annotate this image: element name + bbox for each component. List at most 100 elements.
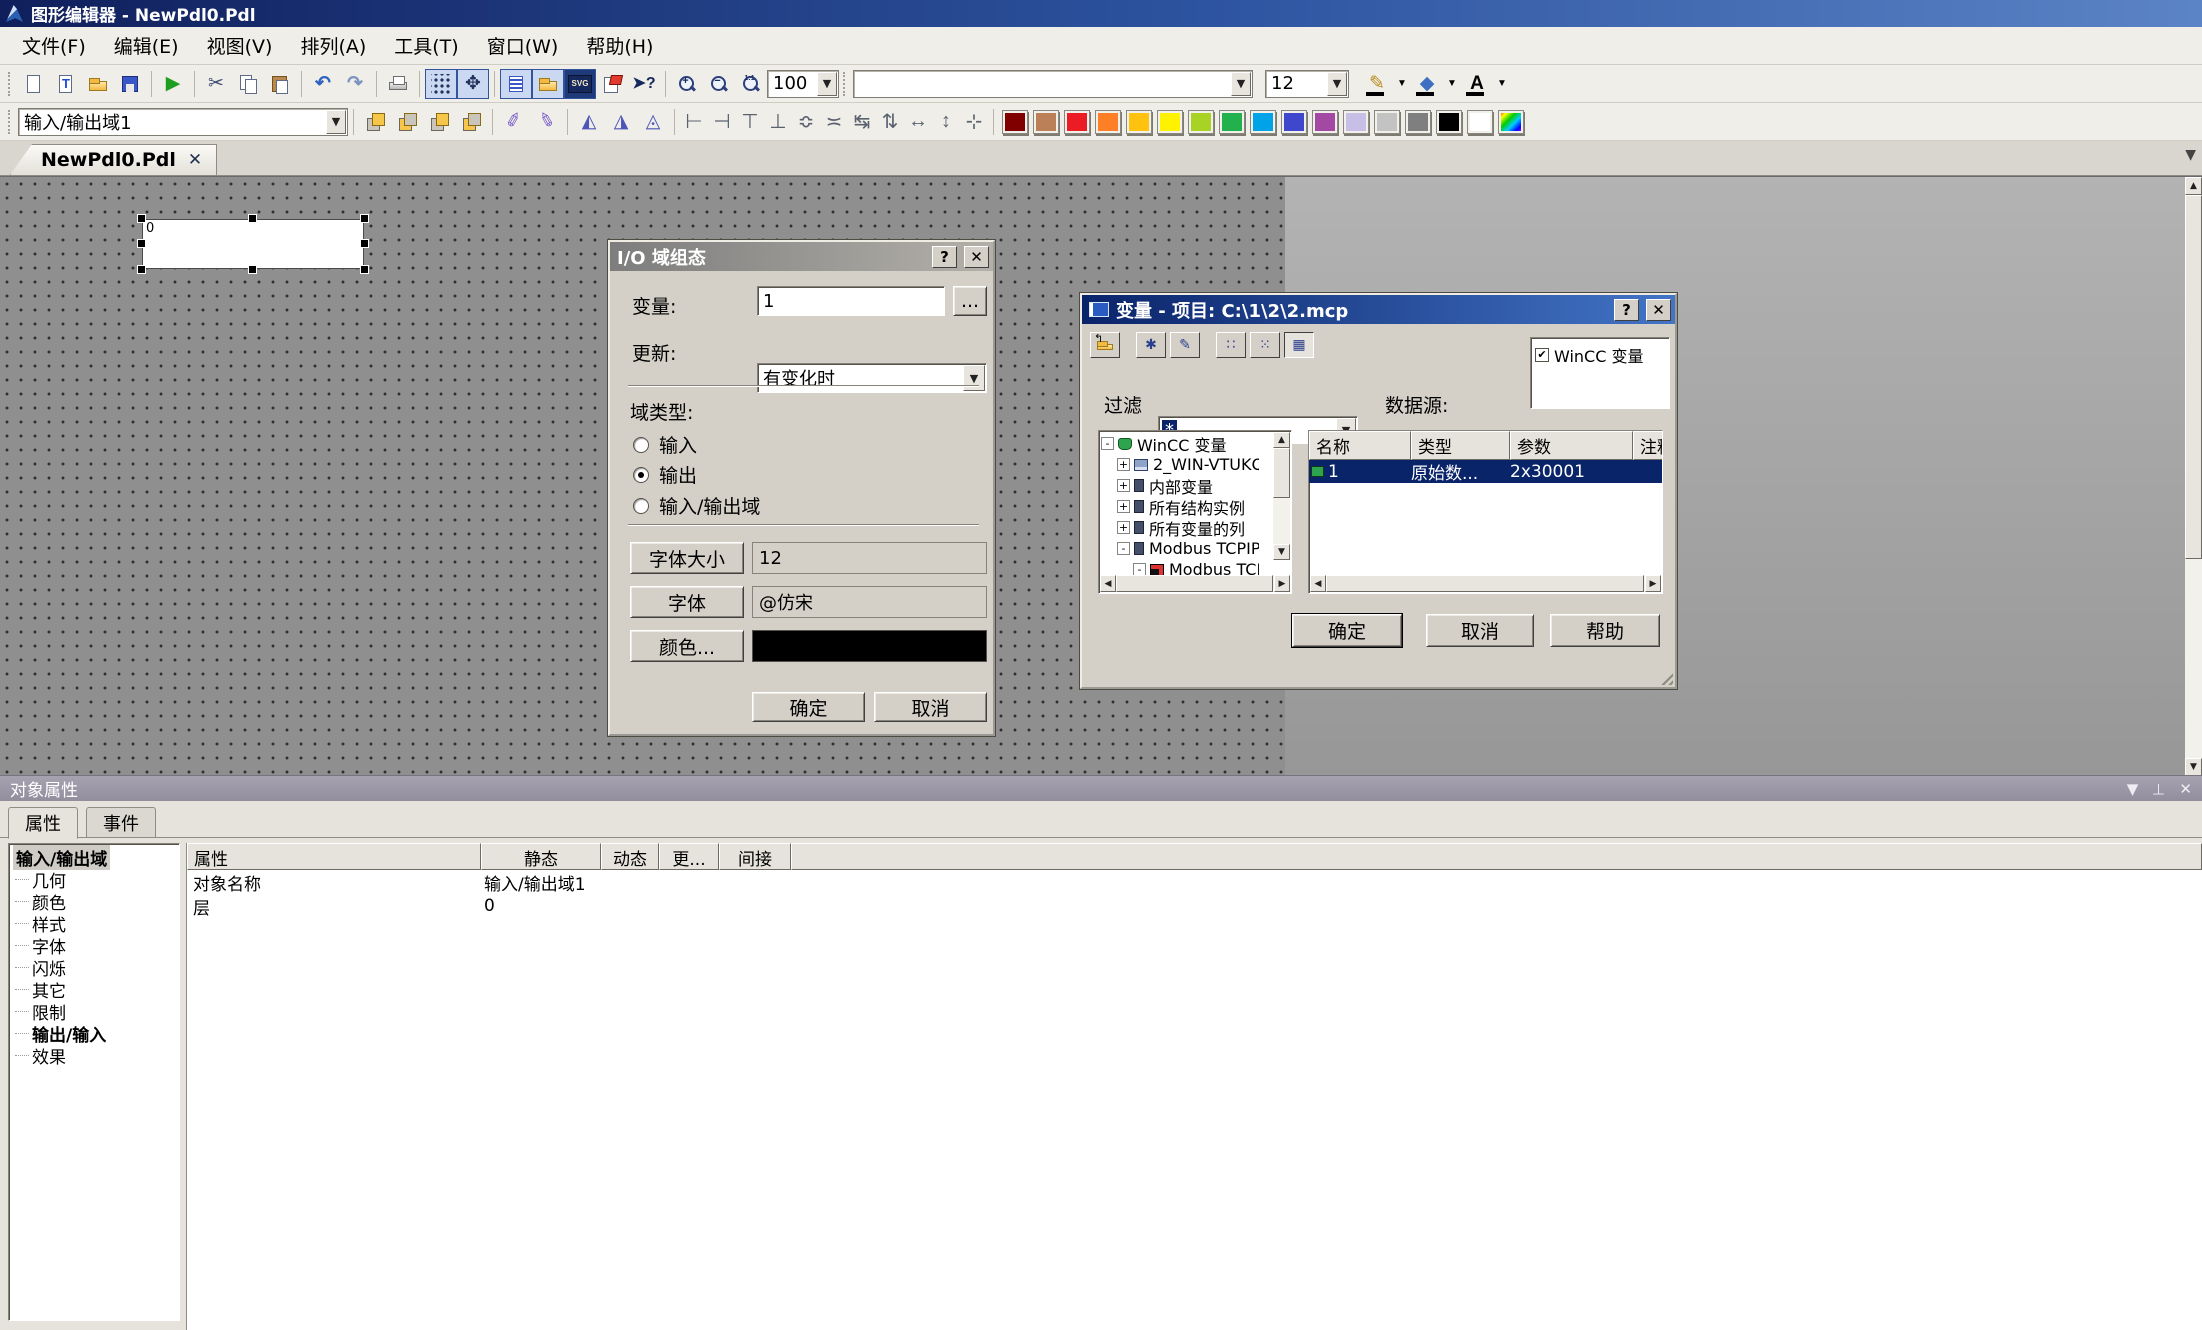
color-swatch[interactable] bbox=[1374, 110, 1400, 134]
dialog-titlebar[interactable]: 变量 - 项目: C:\1\2\2.mcp ? ✕ bbox=[1082, 295, 1675, 324]
ok-button[interactable]: 确定 bbox=[1292, 614, 1402, 647]
collapse-icon[interactable]: - bbox=[1101, 437, 1114, 450]
selected-object-combo[interactable]: 输入/输出域1 ▼ bbox=[18, 108, 348, 136]
new-tag-button[interactable]: ✱ bbox=[1136, 332, 1166, 358]
property-category[interactable]: 其它 bbox=[9, 978, 179, 1000]
close-button[interactable]: ✕ bbox=[964, 246, 989, 268]
color-swatch[interactable] bbox=[1126, 110, 1152, 134]
column-header[interactable]: 参数 bbox=[1510, 431, 1633, 460]
color-swatch[interactable] bbox=[1250, 110, 1276, 134]
expand-icon[interactable]: + bbox=[1117, 458, 1130, 471]
color-swatch[interactable] bbox=[1095, 110, 1121, 134]
scroll-left-icon[interactable]: ◀ bbox=[1100, 575, 1116, 592]
font-name-combo[interactable]: ▼ bbox=[853, 70, 1253, 98]
scrollbar-thumb[interactable] bbox=[2185, 195, 2202, 559]
new-template-button[interactable] bbox=[50, 69, 82, 99]
color-button[interactable]: 颜色... bbox=[630, 630, 744, 662]
property-category[interactable]: 几何 bbox=[9, 868, 179, 890]
column-header[interactable]: 动态 bbox=[601, 843, 659, 870]
context-help-button[interactable]: ➤? bbox=[628, 69, 660, 99]
copy-button[interactable] bbox=[232, 69, 264, 99]
color-swatch[interactable] bbox=[1219, 110, 1245, 134]
space-vertical-button[interactable]: ⇅ bbox=[876, 107, 904, 137]
toolbar-grip[interactable] bbox=[8, 110, 14, 134]
column-header[interactable]: 更... bbox=[659, 843, 719, 870]
dialog-titlebar[interactable]: I/O 域组态 ? ✕ bbox=[610, 242, 993, 271]
scroll-right-icon[interactable]: ▶ bbox=[1645, 575, 1661, 592]
redo-button[interactable]: ↷ bbox=[339, 69, 371, 99]
same-height-button[interactable]: ↕ bbox=[932, 107, 960, 137]
details-view-button[interactable]: ▦ bbox=[1284, 332, 1314, 358]
send-to-back-button[interactable] bbox=[391, 107, 423, 137]
edit-tag-button[interactable]: ✎ bbox=[1170, 332, 1200, 358]
tree-item[interactable]: +所有结构实例 bbox=[1101, 496, 1259, 517]
zoom-level-combo[interactable]: 100 ▼ bbox=[767, 70, 839, 98]
expand-icon[interactable]: + bbox=[1117, 521, 1130, 534]
property-category-tree[interactable]: 输入/输出域几何颜色样式字体闪烁其它限制输出/输入效果 bbox=[8, 843, 180, 1321]
run-button[interactable]: ▶ bbox=[157, 69, 189, 99]
resize-handle[interactable] bbox=[248, 214, 257, 223]
color-swatch[interactable] bbox=[1467, 110, 1493, 134]
center-vertical-button[interactable]: ≎ bbox=[792, 107, 820, 137]
chevron-down-icon[interactable]: ▼ bbox=[817, 72, 837, 96]
column-header[interactable]: 注释 bbox=[1633, 431, 1663, 460]
rotate-90-button[interactable]: ◬ bbox=[637, 107, 669, 137]
scroll-down-icon[interactable]: ▼ bbox=[2185, 758, 2202, 776]
scroll-left-icon[interactable]: ◀ bbox=[1310, 575, 1326, 592]
same-size-button[interactable]: ⊹ bbox=[960, 107, 988, 137]
color-swatch[interactable] bbox=[1033, 110, 1059, 134]
tab-list-dropdown-icon[interactable]: ▼ bbox=[2185, 147, 2196, 163]
menu-item[interactable]: 排列(A) bbox=[288, 28, 378, 63]
properties-panel-header[interactable]: 对象属性 ▼ ⊤ ✕ bbox=[0, 775, 2202, 801]
property-row[interactable]: 对象名称输入/输出域1 bbox=[187, 870, 2202, 894]
column-header[interactable]: 类型 bbox=[1411, 431, 1510, 460]
rotate-right-button[interactable]: ✐ bbox=[530, 107, 562, 137]
bring-to-front-button[interactable] bbox=[359, 107, 391, 137]
column-header[interactable]: 间接 bbox=[719, 843, 791, 870]
tab-events[interactable]: 事件 bbox=[86, 807, 156, 838]
zoom-in-button[interactable]: + bbox=[671, 69, 703, 99]
print-button[interactable] bbox=[382, 69, 414, 99]
scrollbar-thumb[interactable] bbox=[1116, 575, 1273, 592]
fill-color-dropdown[interactable]: ▼ bbox=[1443, 69, 1461, 99]
resize-handle[interactable] bbox=[360, 239, 369, 248]
radio-output[interactable]: 输出 bbox=[633, 461, 697, 488]
menu-item[interactable]: 工具(T) bbox=[382, 28, 470, 63]
tree-item[interactable]: +内部变量 bbox=[1101, 475, 1259, 496]
toolbar-grip[interactable] bbox=[8, 72, 14, 96]
expand-icon[interactable]: + bbox=[1117, 479, 1130, 492]
browse-tags-button[interactable]: ... bbox=[953, 286, 987, 316]
io-field-object[interactable]: 0 bbox=[142, 219, 364, 269]
close-button[interactable]: ✕ bbox=[1646, 299, 1671, 321]
library-toggle-button[interactable] bbox=[500, 69, 532, 99]
column-header[interactable]: 属性 bbox=[187, 843, 481, 870]
pin-icon[interactable]: ⊤ bbox=[2152, 780, 2165, 798]
tree-item[interactable]: +所有变量的列 bbox=[1101, 517, 1259, 538]
objects-palette-toggle-button[interactable] bbox=[532, 69, 564, 99]
property-category[interactable]: 限制 bbox=[9, 1000, 179, 1022]
send-backward-button[interactable] bbox=[455, 107, 487, 137]
menu-item[interactable]: 视图(V) bbox=[195, 28, 285, 63]
color-swatch[interactable] bbox=[1405, 110, 1431, 134]
scrollbar-thumb[interactable] bbox=[1273, 448, 1290, 498]
tab-close-icon[interactable]: ✕ bbox=[188, 150, 202, 170]
undo-button[interactable]: ↶ bbox=[307, 69, 339, 99]
resize-handle[interactable] bbox=[360, 265, 369, 274]
canvas-vertical-scrollbar[interactable]: ▲ ▼ bbox=[2185, 177, 2202, 776]
list-view-button[interactable]: ⁙ bbox=[1250, 332, 1280, 358]
bring-forward-button[interactable] bbox=[423, 107, 455, 137]
center-horizontal-button[interactable]: ≍ bbox=[820, 107, 848, 137]
font-size-button[interactable]: 字体大小 bbox=[630, 542, 744, 574]
font-color-button[interactable]: A bbox=[1461, 69, 1493, 99]
property-row[interactable]: 层0 bbox=[187, 894, 2202, 918]
tree-item[interactable]: -WinCC 变量 bbox=[1101, 433, 1259, 454]
property-category[interactable]: 输出/输入 bbox=[9, 1022, 179, 1044]
property-category[interactable]: 输入/输出域 bbox=[9, 846, 179, 868]
color-swatch[interactable] bbox=[1312, 110, 1338, 134]
color-swatch[interactable] bbox=[1064, 110, 1090, 134]
panel-close-icon[interactable]: ✕ bbox=[2179, 780, 2192, 798]
new-file-button[interactable] bbox=[18, 69, 50, 99]
update-cycle-combo[interactable]: 有变化时 ▼ bbox=[757, 363, 987, 393]
property-category[interactable]: 效果 bbox=[9, 1044, 179, 1066]
tree-item[interactable]: +2_WIN-VTUKQFJ bbox=[1101, 454, 1259, 475]
